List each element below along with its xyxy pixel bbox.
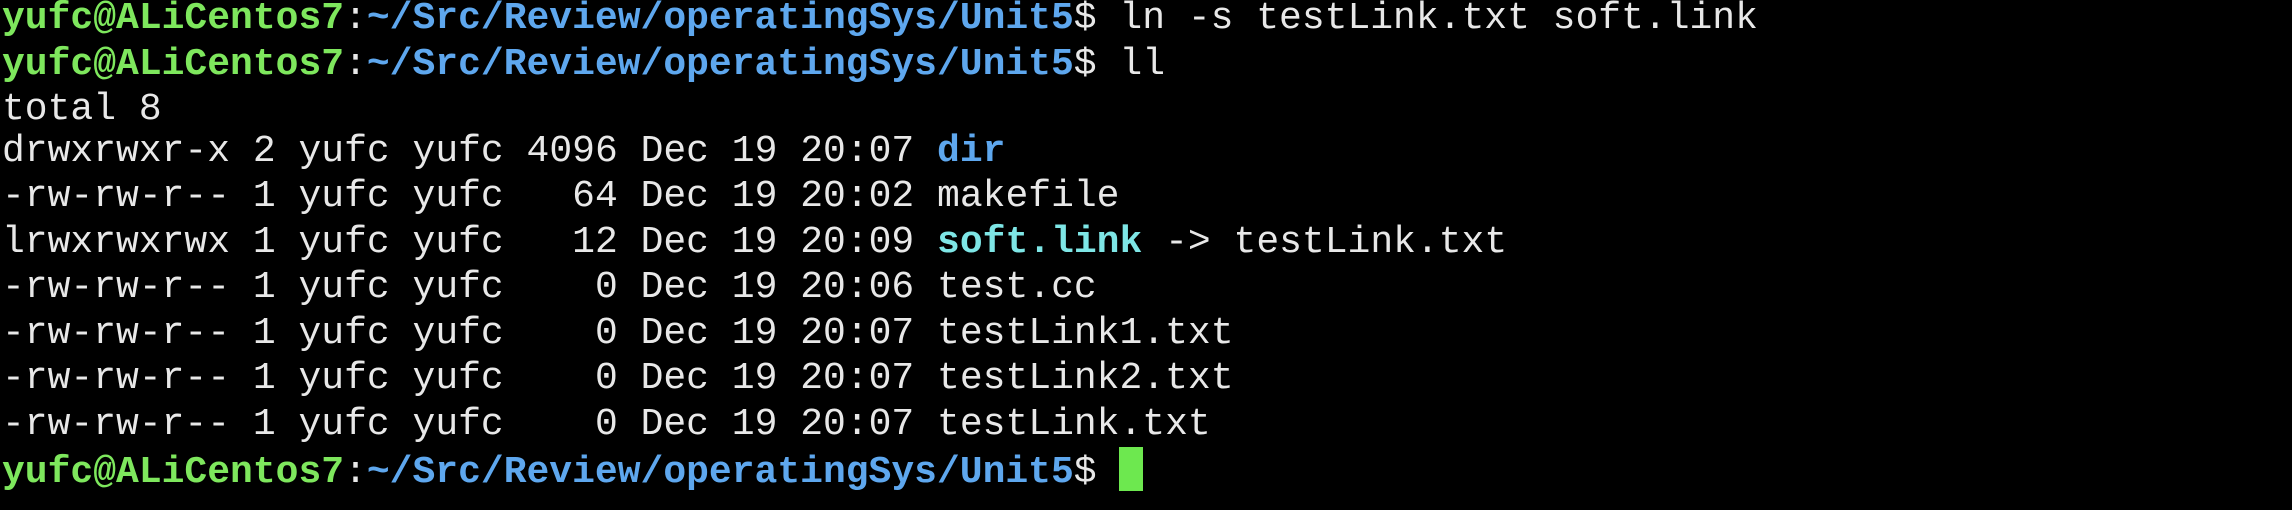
command-text: ll bbox=[1119, 42, 1166, 86]
file-link-count: 1 bbox=[252, 175, 276, 218]
listing-row: lrwxrwxrwx 1 yufc yufc 12 Dec 19 20:09 s… bbox=[2, 220, 2292, 266]
file-group: yufc bbox=[412, 266, 504, 309]
prompt-colon: : bbox=[344, 451, 367, 494]
prompt-colon: : bbox=[344, 42, 367, 86]
file-date: Dec 19 20:07 bbox=[640, 357, 915, 400]
text-cursor[interactable] bbox=[1119, 447, 1144, 491]
prompt-path: ~/Src/Review/operatingSys/Unit5 bbox=[366, 451, 1074, 494]
prompt-user-host: yufc@ALiCentos7 bbox=[2, 0, 345, 40]
file-size: 0 bbox=[594, 402, 618, 446]
listing-row: -rw-rw-r-- 1 yufc yufc 0 Dec 19 20:07 te… bbox=[2, 402, 2292, 448]
file-group: yufc bbox=[412, 129, 504, 173]
file-owner: yufc bbox=[298, 357, 390, 400]
file-size: 4096 bbox=[526, 129, 618, 173]
file-owner: yufc bbox=[298, 175, 390, 218]
file-size: 0 bbox=[594, 357, 618, 400]
file-date: Dec 19 20:07 bbox=[640, 311, 915, 355]
file-permissions: -rw-rw-r-- bbox=[2, 311, 231, 355]
file-size: 12 bbox=[572, 220, 618, 264]
prompt-symbol: $ bbox=[1073, 42, 1120, 86]
prompt-symbol: $ bbox=[1073, 0, 1120, 40]
file-size: 0 bbox=[594, 266, 618, 309]
file-link-count: 2 bbox=[252, 129, 276, 173]
active-prompt-line[interactable]: yufc@ALiCentos7:~/Src/Review/operatingSy… bbox=[2, 447, 2292, 494]
file-name: test.cc bbox=[937, 266, 1097, 309]
directory-name: dir bbox=[937, 129, 1006, 173]
file-size: 64 bbox=[572, 175, 618, 218]
prompt-symbol: $ bbox=[1073, 451, 1120, 494]
file-group: yufc bbox=[412, 357, 504, 400]
file-owner: yufc bbox=[298, 129, 390, 173]
listing-row: -rw-rw-r-- 1 yufc yufc 0 Dec 19 20:07 te… bbox=[2, 356, 2292, 402]
listing-row: -rw-rw-r-- 1 yufc yufc 64 Dec 19 20:02 m… bbox=[2, 174, 2292, 220]
terminal-window[interactable]: yufc@ALiCentos7:~/Src/Review/operatingSy… bbox=[0, 0, 2292, 506]
file-name: testLink.txt bbox=[937, 402, 1211, 446]
file-link-count: 1 bbox=[252, 357, 276, 400]
symlink-target: testLink.txt bbox=[1233, 220, 1508, 264]
command-text: ln -s testLink.txt soft.link bbox=[1119, 0, 1758, 40]
file-link-count: 1 bbox=[252, 266, 276, 309]
file-link-count: 1 bbox=[252, 311, 276, 355]
file-permissions: -rw-rw-r-- bbox=[2, 175, 231, 218]
file-name: makefile bbox=[937, 175, 1120, 218]
file-link-count: 1 bbox=[252, 220, 276, 264]
file-date: Dec 19 20:07 bbox=[640, 402, 915, 446]
file-permissions: -rw-rw-r-- bbox=[2, 266, 231, 309]
total-line: total 8 bbox=[2, 88, 162, 131]
file-group: yufc bbox=[412, 175, 504, 218]
file-group: yufc bbox=[412, 402, 504, 446]
file-date: Dec 19 20:09 bbox=[640, 220, 915, 264]
file-owner: yufc bbox=[298, 266, 390, 309]
file-date: Dec 19 20:02 bbox=[640, 175, 915, 218]
listing-row: drwxrwxr-x 2 yufc yufc 4096 Dec 19 20:07… bbox=[2, 129, 2292, 175]
file-name: testLink2.txt bbox=[937, 357, 1234, 400]
prompt-line: yufc@ALiCentos7:~/Src/Review/operatingSy… bbox=[2, 0, 2292, 42]
file-date: Dec 19 20:07 bbox=[640, 129, 915, 173]
file-permissions: -rw-rw-r-- bbox=[2, 357, 231, 400]
file-group: yufc bbox=[412, 311, 504, 355]
file-link-count: 1 bbox=[252, 402, 276, 446]
file-owner: yufc bbox=[298, 311, 390, 355]
file-permissions: drwxrwxr-x bbox=[2, 129, 231, 173]
listing-row: -rw-rw-r-- 1 yufc yufc 0 Dec 19 20:07 te… bbox=[2, 311, 2292, 357]
file-group: yufc bbox=[412, 220, 504, 264]
listing-row: -rw-rw-r-- 1 yufc yufc 0 Dec 19 20:06 te… bbox=[2, 265, 2292, 311]
symlink-arrow: -> bbox=[1165, 220, 1211, 264]
file-permissions: -rw-rw-r-- bbox=[2, 402, 231, 446]
prompt-path: ~/Src/Review/operatingSys/Unit5 bbox=[366, 0, 1074, 40]
file-name: testLink1.txt bbox=[937, 311, 1234, 355]
file-date: Dec 19 20:06 bbox=[640, 266, 915, 309]
file-permissions: lrwxrwxrwx bbox=[2, 220, 231, 264]
file-listing: drwxrwxr-x 2 yufc yufc 4096 Dec 19 20:07… bbox=[2, 129, 2292, 448]
prompt-user-host: yufc@ALiCentos7 bbox=[2, 451, 345, 494]
prompt-user-host: yufc@ALiCentos7 bbox=[2, 42, 345, 86]
file-size: 0 bbox=[594, 311, 618, 355]
prompt-path: ~/Src/Review/operatingSys/Unit5 bbox=[366, 42, 1074, 86]
file-owner: yufc bbox=[298, 402, 390, 446]
prompt-colon: : bbox=[344, 0, 367, 40]
file-owner: yufc bbox=[298, 220, 390, 264]
symlink-name: soft.link bbox=[937, 220, 1143, 264]
prompt-line: yufc@ALiCentos7:~/Src/Review/operatingSy… bbox=[2, 42, 2292, 88]
